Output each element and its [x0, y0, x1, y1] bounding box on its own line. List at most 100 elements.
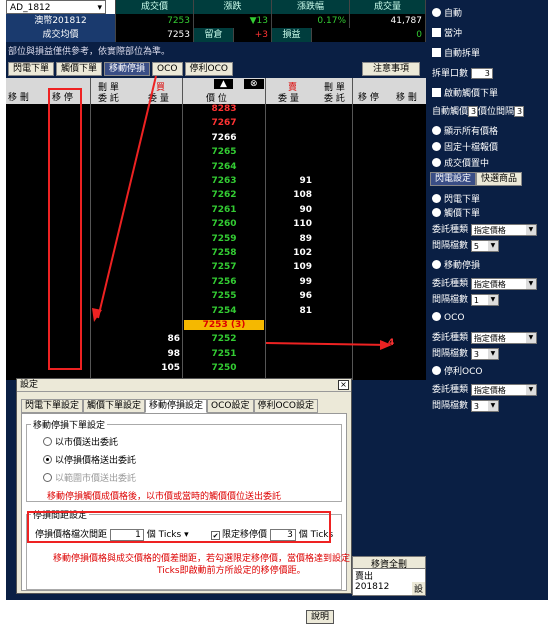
order-type-select[interactable]: 指定價格 ▼ — [470, 277, 537, 290]
flash-radio[interactable]: 閃電下單 — [432, 192, 480, 205]
close-icon[interactable]: × — [338, 380, 349, 390]
order-type-value: 指定價格 — [473, 333, 506, 343]
tab-quick-product[interactable]: 快選商品 — [476, 172, 523, 186]
auto-touch-qty-label: 自動觸價 — [432, 107, 469, 117]
center-price-radio[interactable]: 成交價置中 — [432, 156, 489, 169]
annotation-arrow — [97, 75, 157, 319]
last-price: 7253 — [116, 14, 194, 28]
radio-selected-icon — [43, 455, 52, 464]
avg-price-label: 成交均價 — [6, 28, 116, 42]
split-qty-label: 拆單口數 — [432, 69, 469, 79]
order-type-value: 指定價格 — [473, 225, 506, 235]
lock-checkbox[interactable] — [106, 0, 116, 14]
market-order-radio[interactable]: 以市價送出委託 — [43, 435, 118, 448]
arrow-head-icon — [92, 308, 102, 322]
gap-count-row-4: 間隔檔數 3 ▼ — [432, 398, 499, 412]
stop-oco-radio[interactable]: 停利OCO — [432, 364, 482, 377]
order-type-select[interactable]: 指定價格 ▼ — [470, 223, 537, 236]
auto-split-checkbox[interactable]: 自動拆單 — [432, 46, 480, 59]
gap-count-select[interactable]: 5 ▼ — [470, 239, 499, 252]
range-market-radio[interactable]: 以範圍市價送出委託 — [43, 471, 136, 484]
bottom-order-area: 移資全刪 賣出 201812 設 — [352, 556, 426, 596]
show-all-label: 顯示所有價格 — [444, 127, 499, 137]
col-volume-header: 成交量 — [350, 0, 426, 14]
chevron-down-icon: ▼ — [525, 278, 536, 289]
auto-toggle[interactable]: 自動 — [432, 6, 462, 19]
order-type-select[interactable]: 指定價格 ▼ — [470, 331, 537, 344]
order-type-row: 委託種類 指定價格 ▼ — [432, 222, 537, 236]
chevron-down-icon: ▼ — [487, 400, 498, 411]
market-order-label: 以市價送出委託 — [55, 438, 119, 448]
order-type-label: 委託種類 — [432, 279, 469, 289]
gap-count-select[interactable]: 3 ▼ — [470, 347, 499, 360]
auto-touch-row: 自動觸價 3 價位間隔 3 — [432, 104, 525, 117]
gap-count-select[interactable]: 3 ▼ — [470, 399, 499, 412]
settings-button[interactable]: 設 — [411, 582, 425, 595]
radio-icon — [432, 208, 441, 217]
fixed-ten-radio[interactable]: 固定十檔報價 — [432, 140, 498, 153]
position-label: 留倉 — [194, 28, 234, 42]
tab-flash-order-settings[interactable]: 閃電下單設定 — [21, 399, 84, 413]
dialog-tabs: 閃電下單設定 觸價下單設定 移動停損設定 OCO設定 停利OCO設定 — [21, 399, 318, 413]
gap-count-row-2: 間隔檔數 1 ▼ — [432, 292, 499, 306]
hedge-checkbox[interactable]: 當沖 — [432, 26, 462, 39]
product-name: 澳幣201812 — [6, 14, 116, 28]
settings-dialog: 設定 × 閃電下單設定 觸價下單設定 移動停損設定 OCO設定 停利OCO設定 … — [16, 378, 352, 624]
order-type-value: 指定價格 — [473, 385, 506, 395]
touch-label: 觸價下單 — [444, 209, 481, 219]
chevron-down-icon: ▼ — [487, 348, 498, 359]
order-type-label: 委託種類 — [432, 333, 469, 343]
price-gap-label: 價位間隔 — [478, 107, 515, 117]
move-stop-radio[interactable]: 移動停損 — [432, 258, 480, 271]
order-type-label: 委託種類 — [432, 225, 469, 235]
gap-count-label: 間隔檔數 — [432, 295, 469, 305]
radio-icon — [432, 366, 441, 375]
order-type-select[interactable]: 指定價格 ▼ — [470, 383, 537, 396]
symbol-text: AD_1812 — [10, 3, 51, 13]
help-button[interactable]: 說明 — [306, 610, 334, 624]
disclaimer-note: 部位與損益僅供參考，依實際部位為準。 — [8, 47, 171, 57]
pl-label: 損益 — [272, 28, 312, 42]
col-change-header: 漲跌 — [194, 0, 272, 14]
chevron-down-icon: ▼ — [487, 294, 498, 305]
panel-tabs: 閃電設定 快選商品 — [430, 172, 523, 186]
touch-radio[interactable]: 觸價下單 — [432, 206, 480, 219]
chevron-down-icon: ▼ — [525, 224, 536, 235]
gap-count-value: 3 — [473, 349, 479, 359]
order-type-label: 委託種類 — [432, 385, 469, 395]
auto-touch-qty-input[interactable]: 3 — [468, 106, 479, 117]
radio-icon — [432, 194, 441, 203]
radio-icon — [43, 437, 52, 446]
tab-stop-oco-settings[interactable]: 停利OCO設定 — [253, 399, 318, 413]
price-change: ▼13 — [194, 14, 272, 28]
annotation-arrows — [92, 75, 392, 350]
bottom-code-row: 201812 設 — [353, 582, 425, 595]
order-type-row-2: 委託種類 指定價格 ▼ — [432, 276, 537, 290]
stop-oco-label: 停利OCO — [444, 367, 483, 377]
tab-trailing-stop-settings[interactable]: 移動停損設定 — [145, 399, 208, 413]
stop-price-radio[interactable]: 以停損價格送出委託 — [43, 453, 136, 466]
split-qty-row: 拆單口數 3 — [432, 66, 493, 79]
sell-label: 賣出 — [355, 572, 374, 582]
symbol-select[interactable]: AD_1812 ▾ — [6, 0, 106, 14]
radio-icon — [432, 158, 441, 167]
product-code: 201812 — [355, 582, 390, 592]
col-pct-header: 漲跌幅 — [272, 0, 350, 14]
gap-count-value: 5 — [473, 241, 479, 251]
auto-touch-checkbox[interactable]: 啟動觸價下單 — [432, 86, 498, 99]
tab-touch-order-settings[interactable]: 觸價下單設定 — [83, 399, 146, 413]
gap-count-select[interactable]: 1 ▼ — [470, 293, 499, 306]
tab-flash-settings[interactable]: 閃電設定 — [430, 172, 477, 186]
oco-radio[interactable]: OCO — [432, 312, 464, 323]
annotation-arrow — [265, 342, 387, 346]
gap-count-value: 3 — [473, 401, 479, 411]
move-all-delete-button[interactable]: 移資全刪 — [353, 557, 425, 570]
col-price-header: 成交價 — [116, 0, 194, 14]
quote-header-row: AD_1812 ▾ 成交價 漲跌 漲跌幅 成交量 — [6, 0, 426, 14]
tab-oco-settings[interactable]: OCO設定 — [207, 399, 254, 413]
split-qty-input[interactable]: 3 — [470, 68, 493, 79]
flash-label: 閃電下單 — [444, 195, 481, 205]
group-title: 移動停損下單設定 — [31, 418, 108, 431]
show-all-radio[interactable]: 顯示所有價格 — [432, 124, 498, 137]
price-gap-input[interactable]: 3 — [514, 106, 525, 117]
